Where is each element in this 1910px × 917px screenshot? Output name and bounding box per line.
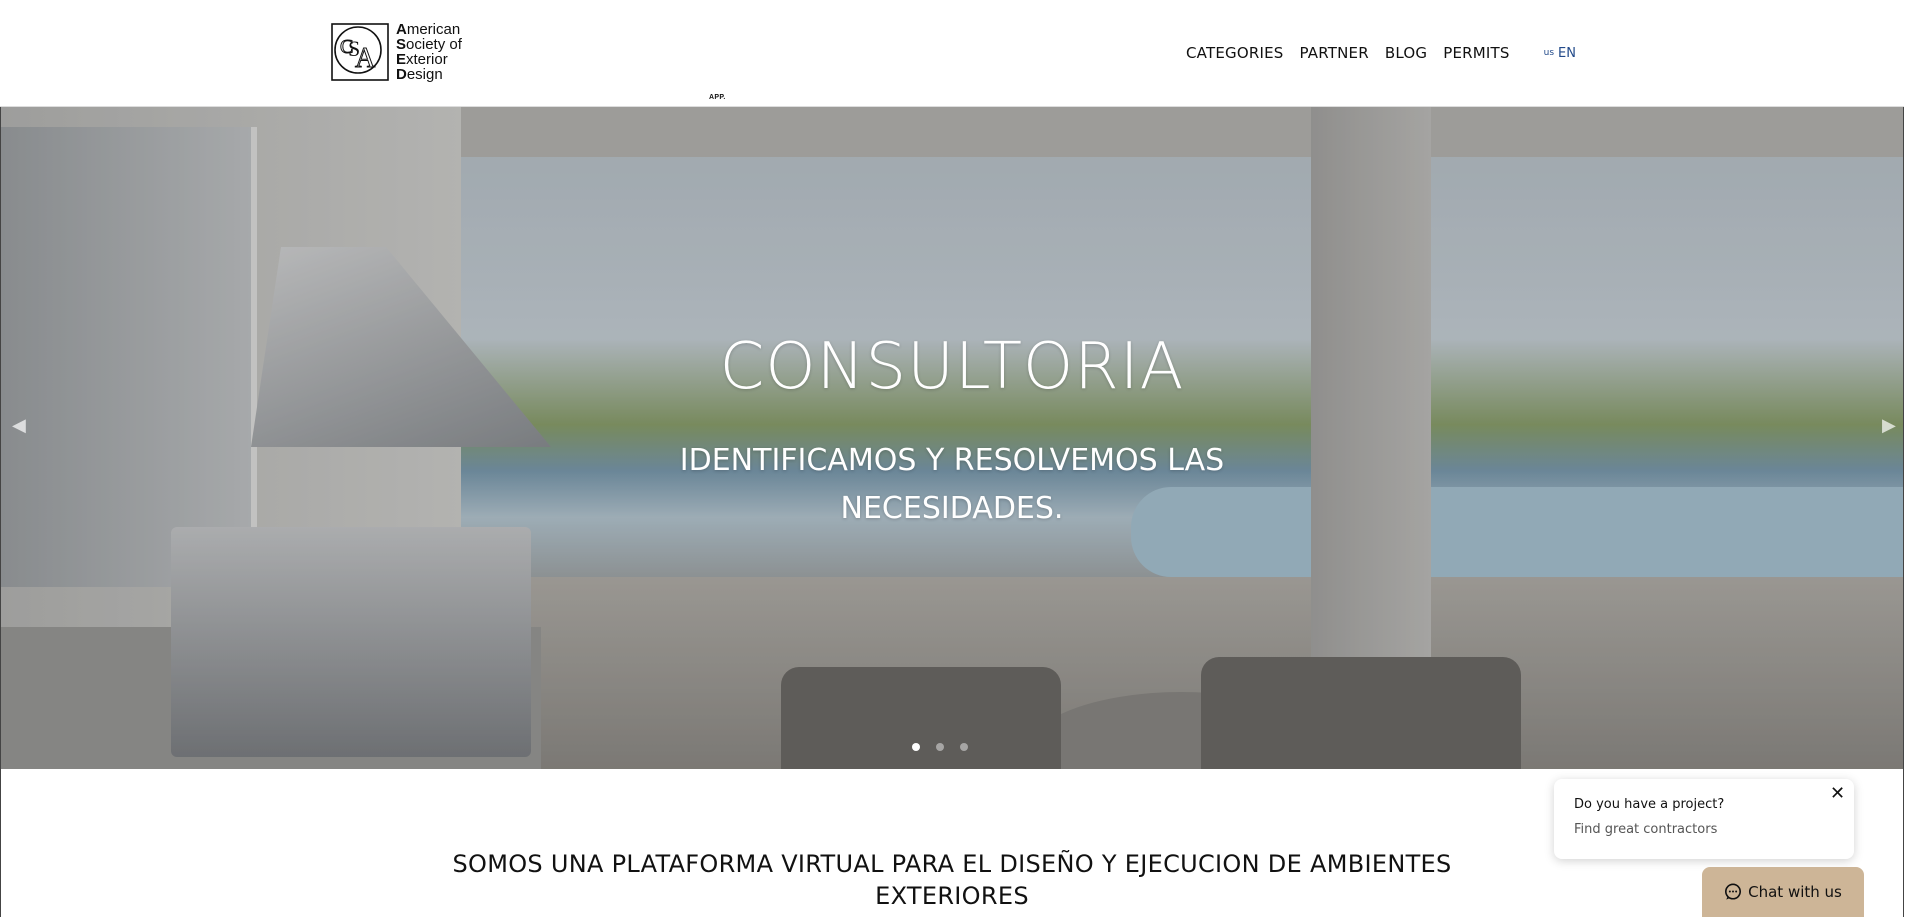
main-nav: CATEGORIES PARTNER BLOG PERMITS us EN (1186, 44, 1576, 62)
carousel-dot[interactable] (960, 743, 968, 751)
nav-categories[interactable]: CATEGORIES (1186, 44, 1284, 62)
chat-button-label: Chat with us (1748, 883, 1842, 901)
nav-partner[interactable]: PARTNER (1300, 44, 1369, 62)
project-popup[interactable]: Do you have a project? Find great contra… (1554, 779, 1854, 859)
logo-line: American (396, 21, 461, 38)
logo-wordmark: American Society of Exterior Design (396, 22, 462, 82)
carousel-dot[interactable] (936, 743, 944, 751)
logo-line: Exterior (396, 51, 448, 68)
language-label: EN (1558, 45, 1576, 61)
carousel-indicators (912, 743, 984, 751)
chat-bubble-icon (1725, 883, 1742, 900)
close-icon[interactable]: ✕ (1830, 783, 1845, 804)
svg-text:A: A (355, 43, 376, 74)
carousel-prev-icon[interactable]: ◀ (12, 415, 26, 436)
chat-button[interactable]: Chat with us (1702, 867, 1864, 917)
logo-line: Society of (396, 36, 462, 53)
language-selector[interactable]: us EN (1544, 46, 1576, 61)
carousel-next-icon[interactable]: ▶ (1882, 415, 1896, 436)
nav-blog[interactable]: BLOG (1385, 44, 1427, 62)
hero-title: CONSULTORIA (719, 330, 1185, 404)
site-logo[interactable]: S A C American Society of Exterior Desig… (331, 21, 725, 101)
logo-emblem-icon: S A C (331, 23, 389, 81)
popup-subtext: Find great contractors (1574, 822, 1718, 837)
us-flag-icon: us (1543, 48, 1555, 58)
logo-line: Design (396, 66, 443, 83)
site-header: S A C American Society of Exterior Desig… (0, 0, 1904, 107)
carousel-dot[interactable] (912, 743, 920, 751)
svg-text:C: C (340, 36, 353, 58)
logo-app-tag: APP. (709, 94, 726, 101)
hero-subtitle: IDENTIFICAMOS Y RESOLVEMOS LAS NECESIDAD… (679, 443, 1225, 526)
section-heading: SOMOS UNA PLATAFORMA VIRTUAL PARA EL DIS… (452, 850, 1452, 910)
nav-permits[interactable]: PERMITS (1443, 44, 1509, 62)
popup-question: Do you have a project? (1574, 797, 1725, 812)
